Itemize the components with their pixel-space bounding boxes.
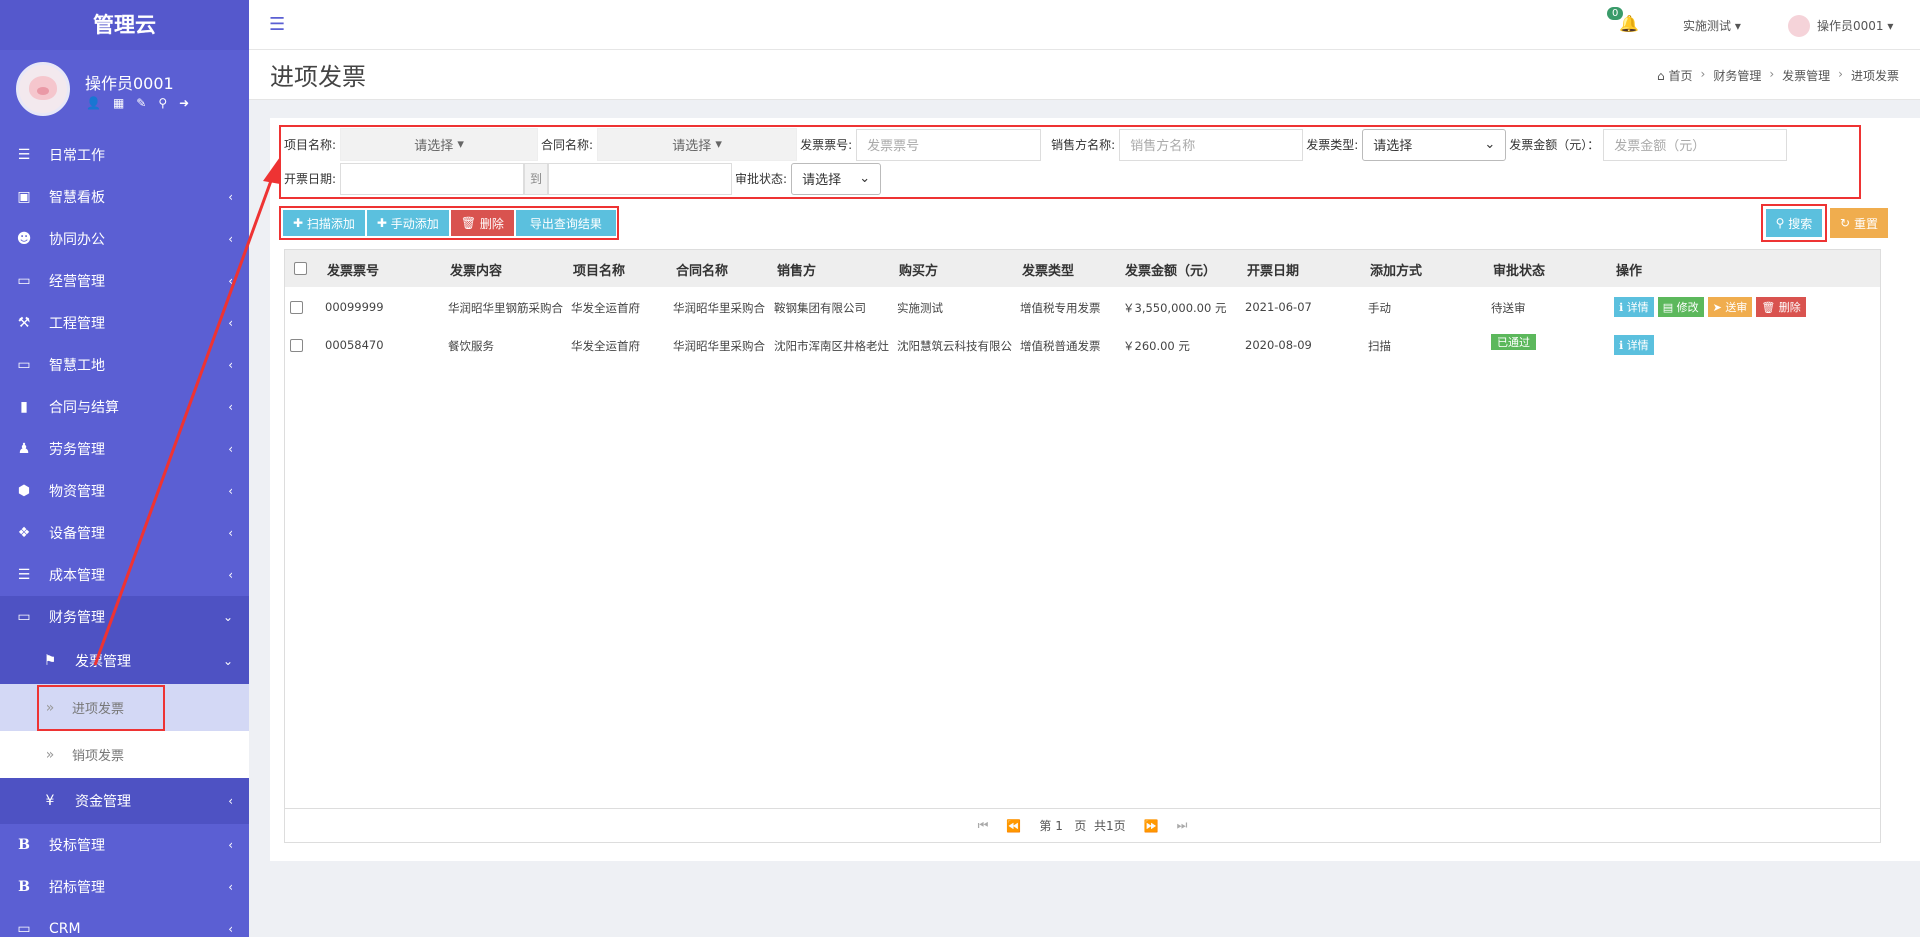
annotation-arrow (93, 157, 280, 666)
